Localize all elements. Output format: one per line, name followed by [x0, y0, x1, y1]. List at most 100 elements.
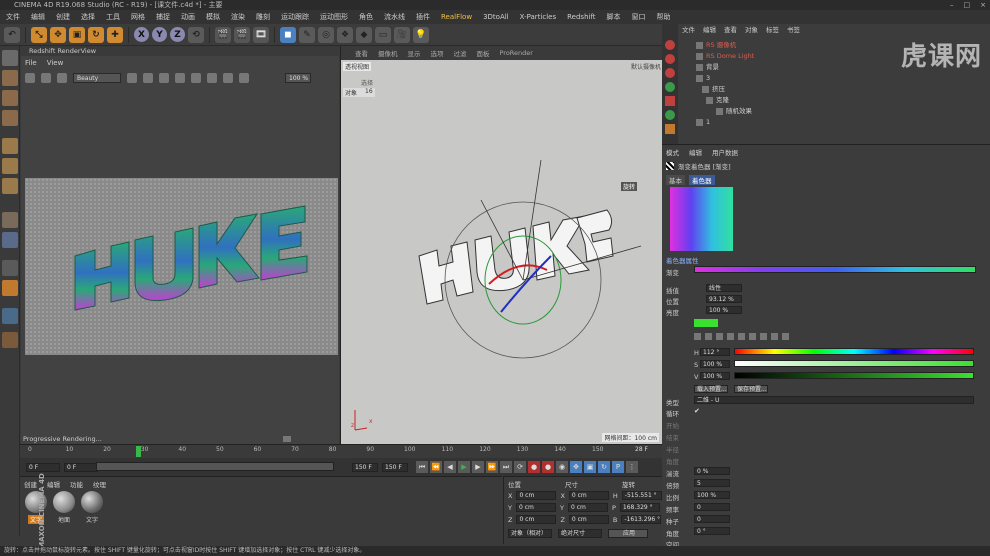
material-menu-edit[interactable]: 编辑 — [47, 479, 60, 489]
menu-item-4[interactable]: 工具 — [106, 12, 120, 22]
coord-rotation-field[interactable]: 168.329 ° — [619, 503, 660, 512]
timeline-ruler[interactable]: 28 F 0 10 20 30 40 50 60 70 80 90 100 110 120 130 140 1… — [20, 444, 662, 458]
color-swatch[interactable] — [694, 319, 718, 327]
kelvin-icon[interactable] — [749, 333, 756, 340]
snap-icon[interactable] — [2, 260, 18, 276]
swatches-icon[interactable] — [771, 333, 778, 340]
object-menu-item[interactable]: 文件 — [682, 24, 695, 36]
eyedropper-icon[interactable] — [782, 333, 789, 340]
next-key-icon[interactable]: ⏩ — [486, 461, 498, 473]
menu-item-2[interactable]: 创建 — [56, 12, 70, 22]
bucket-icon[interactable] — [175, 73, 185, 83]
coord-size-field[interactable]: 0 cm — [568, 515, 609, 524]
type-select[interactable]: 二维 - U — [694, 396, 974, 404]
gradient-bar[interactable] — [694, 266, 976, 273]
object-name[interactable]: 3 — [706, 73, 710, 83]
key-param-icon[interactable]: P — [612, 461, 624, 473]
viewport-menu-item-6[interactable]: ProRender — [500, 49, 533, 57]
menu-item-15[interactable]: 插件 — [416, 12, 430, 22]
clear-icon[interactable] — [191, 73, 201, 83]
seed-field[interactable]: 0 — [694, 515, 730, 523]
object-row[interactable]: 克隆 — [706, 95, 729, 105]
crop-icon[interactable] — [127, 73, 137, 83]
menu-item-19[interactable]: Redshift — [567, 13, 595, 21]
subdivision-icon[interactable]: ◎ — [318, 26, 334, 43]
object-row[interactable]: 背景 — [696, 62, 719, 72]
key-scale-icon[interactable]: ▣ — [584, 461, 596, 473]
render-settings-icon[interactable]: 🎞 — [253, 26, 269, 43]
undo-icon[interactable]: ↶ — [4, 26, 20, 43]
turbulence-field[interactable]: 0 % — [694, 467, 730, 475]
menu-item-9[interactable]: 渲染 — [231, 12, 245, 22]
sculpt-icon[interactable] — [2, 280, 18, 296]
menu-item-0[interactable]: 文件 — [6, 12, 20, 22]
axis-z-button[interactable]: Z — [170, 27, 185, 42]
preview-end-field[interactable]: 150 F — [382, 462, 408, 472]
object-menu-item[interactable]: 查看 — [724, 24, 737, 36]
menu-item-21[interactable]: 窗口 — [632, 12, 646, 22]
record-icon[interactable]: ● — [528, 461, 540, 473]
brightness-field[interactable]: 100 % — [706, 306, 742, 314]
render-view-icon[interactable]: 🎬 — [215, 26, 231, 43]
image-icon[interactable] — [716, 333, 723, 340]
tweak-icon[interactable] — [2, 232, 18, 248]
attribute-menu-item[interactable]: 编辑 — [689, 147, 702, 157]
viewport-menu-item-2[interactable]: 显示 — [408, 48, 421, 58]
sidetab-icon-3[interactable] — [665, 68, 675, 78]
tab-shader[interactable]: 着色器 — [689, 175, 715, 185]
coord-position-field[interactable]: 0 cm — [516, 515, 557, 524]
object-name[interactable]: 克隆 — [716, 95, 729, 105]
v-field[interactable]: 100 % — [700, 372, 730, 380]
prev-key-icon[interactable]: ⏪ — [430, 461, 442, 473]
loop-icon[interactable]: ⟳ — [514, 461, 526, 473]
h-slider[interactable] — [734, 348, 974, 355]
render-start-icon[interactable] — [25, 73, 35, 83]
coord-mode-select[interactable]: 对象（相对） — [508, 529, 552, 538]
object-menu-item[interactable]: 书签 — [787, 24, 800, 36]
menu-item-22[interactable]: 帮助 — [657, 12, 671, 22]
coord-position-field[interactable]: 0 cm — [515, 503, 556, 512]
load-preset-button[interactable]: 载入预置... — [694, 385, 728, 393]
render-picture-icon[interactable]: 🎬 — [234, 26, 250, 43]
menu-item-17[interactable]: 3DtoAll — [483, 13, 509, 21]
coord-apply-button[interactable]: 应用 — [608, 529, 648, 538]
s-slider[interactable] — [734, 360, 974, 367]
viewport-menu-item-0[interactable]: 查看 — [355, 48, 368, 58]
frequency-field[interactable]: 0 — [694, 503, 730, 511]
sidetab-icon-4[interactable] — [665, 82, 675, 92]
floor-icon[interactable]: ▭ — [375, 26, 391, 43]
cube-icon[interactable]: ◼ — [280, 26, 296, 43]
menu-item-1[interactable]: 编辑 — [31, 12, 45, 22]
object-name[interactable]: 随机效果 — [726, 106, 752, 116]
renderview-menu-view[interactable]: View — [47, 56, 64, 70]
coord-size-field[interactable]: 0 cm — [568, 491, 609, 500]
octaves-field[interactable]: 5 — [694, 479, 730, 487]
rgb-icon[interactable] — [727, 333, 734, 340]
viewport-menu-item-1[interactable]: 摄像机 — [378, 48, 398, 58]
scale-field[interactable]: 100 % — [694, 491, 730, 499]
object-row[interactable]: 挤压 — [702, 84, 725, 94]
move-icon[interactable]: ✥ — [50, 26, 66, 43]
menu-item-3[interactable]: 选择 — [81, 12, 95, 22]
v-slider[interactable] — [734, 372, 974, 379]
close-icon[interactable]: × — [980, 0, 986, 10]
sidetab-icon-2[interactable] — [665, 54, 675, 64]
object-row[interactable]: 3 — [696, 73, 710, 83]
sidetab-icon-1[interactable] — [665, 40, 675, 50]
rotate-icon[interactable]: ↻ — [88, 26, 104, 43]
autokey-icon[interactable]: ● — [542, 461, 554, 473]
angle2-field[interactable]: 0 ° — [694, 527, 730, 535]
axis-x-button[interactable]: X — [134, 27, 149, 42]
goto-start-icon[interactable]: ⏮ — [416, 461, 428, 473]
range-slider[interactable] — [96, 462, 334, 471]
model-mode-icon[interactable] — [2, 70, 18, 86]
end-frame-field[interactable]: 150 F — [352, 462, 378, 472]
axis-y-button[interactable]: Y — [152, 27, 167, 42]
menu-item-20[interactable]: 脚本 — [607, 12, 621, 22]
next-frame-icon[interactable]: ▶ — [472, 461, 484, 473]
key-pla-icon[interactable]: ⋮ — [626, 461, 638, 473]
save-preset-button[interactable]: 保存预置... — [734, 385, 768, 393]
color-mode-icon[interactable] — [239, 73, 249, 83]
sidetab-icon-6[interactable] — [665, 110, 675, 120]
viewport-menu-item-4[interactable]: 过滤 — [454, 48, 467, 58]
